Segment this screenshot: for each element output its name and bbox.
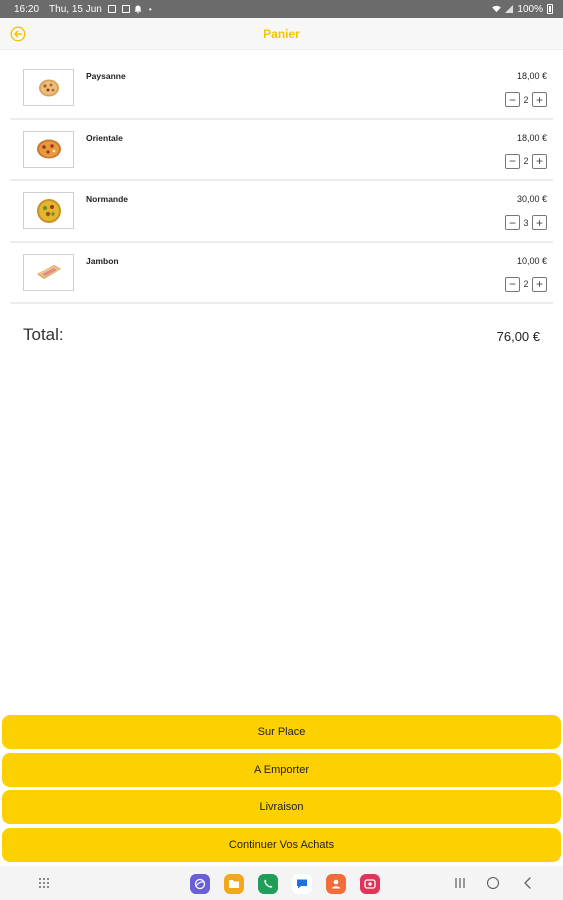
page-title: Panier <box>263 26 300 41</box>
status-bar: 16:20 Thu, 15 Jun • 100% <box>0 0 563 18</box>
status-date: Thu, 15 Jun <box>49 3 102 15</box>
bell-icon <box>134 5 142 13</box>
decrease-quantity-button[interactable]: − <box>505 92 520 107</box>
system-nav-bar <box>0 866 563 900</box>
quantity-stepper: − 2 + <box>505 92 547 107</box>
cart-list: Paysanne 18,00 € − 2 + Orientale 18,00 €… <box>10 58 553 304</box>
sur-place-button[interactable]: Sur Place <box>2 715 561 749</box>
jambon-sandwich-image <box>36 265 61 279</box>
decrease-quantity-button[interactable]: − <box>505 153 520 169</box>
total-value: 76,00 € <box>496 329 540 344</box>
product-image <box>23 130 74 168</box>
cart-item: Normande 30,00 € − 3 + <box>10 181 553 243</box>
recent-apps-icon[interactable] <box>454 877 466 889</box>
status-right: 100% <box>492 4 553 15</box>
product-image <box>23 253 74 291</box>
increase-quantity-button[interactable]: + <box>532 92 547 107</box>
product-image <box>23 192 74 229</box>
contacts-app-icon[interactable] <box>326 874 346 894</box>
cart-item: Jambon 10,00 € − 2 + <box>10 243 553 304</box>
phone-app-icon[interactable] <box>258 874 278 894</box>
cart-item: Paysanne 18,00 € − 2 + <box>10 58 553 120</box>
item-price: 18,00 € <box>516 71 547 81</box>
apps-grid-icon[interactable] <box>38 877 50 889</box>
continuer-achats-button[interactable]: Continuer Vos Achats <box>2 827 561 862</box>
battery-icon <box>547 4 553 14</box>
app-dock <box>190 874 380 894</box>
increase-quantity-button[interactable]: + <box>532 276 547 292</box>
app-notification-icon <box>121 5 130 13</box>
pizza-normande-image <box>36 198 61 223</box>
quantity-value: 2 <box>523 156 529 166</box>
more-notifications-dot: • <box>148 4 152 14</box>
order-actions: Sur Place A Emporter Livraison Continuer… <box>2 715 561 865</box>
quantity-stepper: − 2 + <box>505 153 547 169</box>
app-screen: 16:20 Thu, 15 Jun • 100% Panier Paysanne… <box>0 0 563 900</box>
decrease-quantity-button[interactable]: − <box>505 215 520 230</box>
quantity-stepper: − 3 + <box>505 215 547 230</box>
increase-quantity-button[interactable]: + <box>532 215 547 230</box>
battery-percentage: 100% <box>517 3 543 15</box>
app-header: Panier <box>0 18 563 50</box>
status-time: 16:20 <box>14 3 40 15</box>
wifi-icon <box>492 5 502 13</box>
messages-app-icon[interactable] <box>292 874 312 894</box>
pizza-paysanne-image <box>38 79 59 96</box>
item-price: 18,00 € <box>516 132 547 143</box>
item-name: Normande <box>86 194 129 204</box>
livraison-button[interactable]: Livraison <box>2 790 561 824</box>
cart-item: Orientale 18,00 € − 2 + <box>10 120 553 181</box>
item-name: Orientale <box>86 132 123 143</box>
gallery-notification-icon <box>107 5 116 13</box>
internet-app-icon[interactable] <box>190 874 210 894</box>
a-emporter-button[interactable]: A Emporter <box>2 752 561 787</box>
item-price: 10,00 € <box>516 255 547 266</box>
nav-back-icon[interactable] <box>522 876 534 890</box>
total-label: Total: <box>23 325 64 344</box>
pizza-orientale-image <box>36 139 61 159</box>
item-name: Jambon <box>86 255 119 266</box>
files-app-icon[interactable] <box>224 874 244 894</box>
status-left: 16:20 Thu, 15 Jun • <box>10 4 152 15</box>
quantity-value: 3 <box>523 217 529 228</box>
increase-quantity-button[interactable]: + <box>532 153 547 169</box>
quantity-value: 2 <box>523 94 529 105</box>
product-image <box>23 69 74 106</box>
signal-icon <box>505 5 514 13</box>
back-arrow-icon[interactable] <box>10 26 26 42</box>
quantity-stepper: − 2 + <box>505 276 547 292</box>
item-name: Paysanne <box>86 71 126 81</box>
quantity-value: 2 <box>523 279 529 289</box>
item-price: 30,00 € <box>516 194 547 204</box>
home-icon[interactable] <box>487 877 499 889</box>
screen-recorder-app-icon[interactable] <box>360 874 380 894</box>
decrease-quantity-button[interactable]: − <box>505 276 520 292</box>
